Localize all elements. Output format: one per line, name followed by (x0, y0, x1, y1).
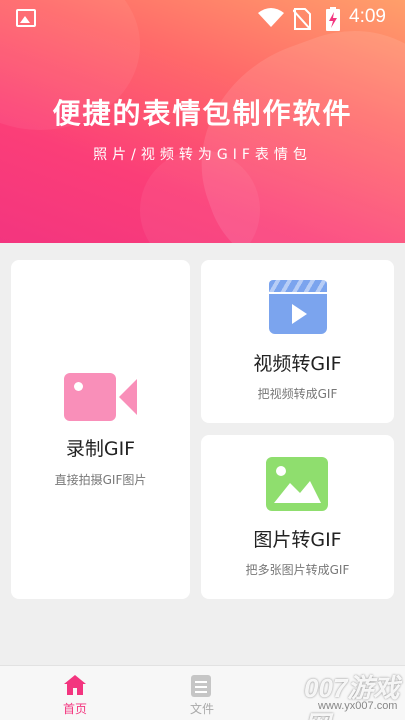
video-to-gif-desc: 把视频转成GIF (257, 387, 338, 401)
watermark-url: www.yx007.com (318, 700, 398, 712)
status-time: 4:09 (349, 6, 386, 27)
image-to-gif-desc: 把多张图片转成GIF (245, 563, 350, 577)
image-icon (266, 457, 328, 511)
tab-files-label: 文件 (189, 702, 214, 716)
battery-charging-icon (326, 7, 340, 31)
image-to-gif-title: 图片转GIF (253, 529, 342, 551)
record-gif-card[interactable]: 录制GIF 直接拍摄GIF图片 (11, 260, 190, 599)
video-to-gif-title: 视频转GIF (253, 353, 342, 375)
tab-files[interactable]: 文件 (172, 666, 232, 720)
record-gif-title: 录制GIF (65, 438, 136, 460)
image-notification-icon (16, 9, 36, 27)
tab-home-label: 首页 (62, 702, 87, 716)
no-sim-icon (293, 8, 311, 30)
file-icon (191, 675, 211, 697)
home-icon (64, 675, 86, 695)
tab-home[interactable]: 首页 (45, 666, 105, 720)
banner-subtitle: 照片/视频转为GIF表情包 (93, 147, 312, 163)
video-to-gif-card[interactable]: 视频转GIF 把视频转成GIF (201, 260, 394, 423)
status-bar: 4:09 (0, 0, 405, 38)
banner-title: 便捷的表情包制作软件 (52, 97, 353, 130)
image-to-gif-card[interactable]: 图片转GIF 把多张图片转成GIF (201, 435, 394, 599)
video-camera-icon (64, 373, 137, 421)
record-gif-desc: 直接拍摄GIF图片 (54, 473, 147, 487)
banner: 4:09 便捷的表情包制作软件 照片/视频转为GIF表情包 (0, 0, 405, 243)
wifi-icon (258, 8, 284, 27)
watermark: 007游戏网 (304, 673, 400, 720)
video-clapper-icon (269, 280, 327, 334)
